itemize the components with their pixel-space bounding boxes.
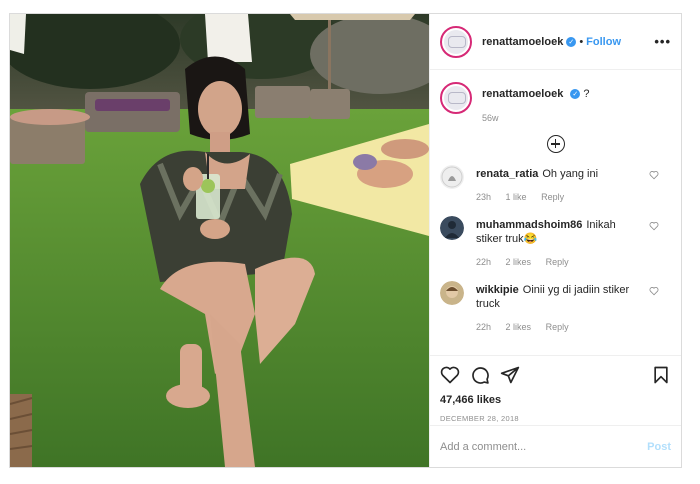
comment-avatar[interactable] xyxy=(440,216,464,240)
verified-badge-icon: ✓ xyxy=(566,36,577,47)
comment-like-heart-icon[interactable] xyxy=(649,221,659,231)
post-header: renattamoeloek ✓ • Follow ••• xyxy=(430,14,681,70)
comments-list[interactable]: renattamoeloek ✓ ? 56w renata_ratia Oh yan… xyxy=(430,70,681,355)
share-paper-plane-icon[interactable] xyxy=(500,365,520,385)
comment-item: wikkipie Oinii yg di jadiin stiker truck … xyxy=(440,281,671,334)
reply-button[interactable]: Reply xyxy=(541,192,564,202)
comment-avatar[interactable] xyxy=(440,281,464,305)
instagram-post: renattamoeloek ✓ • Follow ••• renattamoe… xyxy=(9,13,682,468)
caption-time[interactable]: 56w xyxy=(482,113,590,123)
author-username[interactable]: renattamoeloek xyxy=(482,36,563,48)
load-more-comments[interactable] xyxy=(440,135,671,153)
comment-item: muhammadshoim86 Inikah stiker truk😂 22h 2… xyxy=(440,216,671,269)
post-date[interactable]: DECEMBER 28, 2018 xyxy=(440,414,671,423)
header-separator: • xyxy=(579,35,584,48)
plus-circle-icon[interactable] xyxy=(546,135,565,153)
caption-text: ? xyxy=(583,88,590,100)
author-avatar[interactable] xyxy=(440,25,472,58)
comment-time[interactable]: 22h xyxy=(476,322,491,332)
comment-likes[interactable]: 2 likes xyxy=(506,257,532,267)
comment-time[interactable]: 22h xyxy=(476,257,491,267)
comment-like-heart-icon[interactable] xyxy=(649,286,659,296)
comment-time[interactable]: 23h xyxy=(476,192,491,202)
caption: renattamoeloek ✓ ? 56w xyxy=(440,82,671,123)
comment-bubble-icon[interactable] xyxy=(470,365,490,385)
comment-username[interactable]: wikkipie xyxy=(476,284,519,296)
comment-item: renata_ratia Oh yang ini 23h 1 like Reply xyxy=(440,165,671,204)
caption-avatar[interactable] xyxy=(440,82,472,114)
verified-badge-icon: ✓ xyxy=(570,89,581,100)
comment-username[interactable]: muhammadshoim86 xyxy=(476,219,582,231)
like-heart-icon[interactable] xyxy=(440,365,460,385)
likes-count[interactable]: 47,466 likes xyxy=(440,394,671,406)
comment-text: Oh yang ini xyxy=(542,168,599,180)
comment-likes[interactable]: 1 like xyxy=(506,192,527,202)
more-options-icon[interactable]: ••• xyxy=(654,34,671,49)
add-comment-bar: Post xyxy=(430,425,681,467)
comment-like-heart-icon[interactable] xyxy=(649,170,659,180)
save-bookmark-icon[interactable] xyxy=(651,365,671,385)
post-photo[interactable] xyxy=(10,14,429,467)
post-comment-button[interactable]: Post xyxy=(647,441,671,453)
post-actions: 47,466 likes DECEMBER 28, 2018 xyxy=(430,355,681,425)
post-photo-illustration xyxy=(10,14,429,467)
comment-username[interactable]: renata_ratia xyxy=(476,168,538,180)
follow-button[interactable]: Follow xyxy=(586,36,621,48)
reply-button[interactable]: Reply xyxy=(546,257,569,267)
caption-username[interactable]: renattamoeloek xyxy=(482,88,563,100)
comment-likes[interactable]: 2 likes xyxy=(506,322,532,332)
comment-input[interactable] xyxy=(440,440,648,453)
post-sidebar: renattamoeloek ✓ • Follow ••• renattamoe… xyxy=(429,14,681,467)
comment-avatar[interactable] xyxy=(440,165,464,189)
reply-button[interactable]: Reply xyxy=(546,322,569,332)
